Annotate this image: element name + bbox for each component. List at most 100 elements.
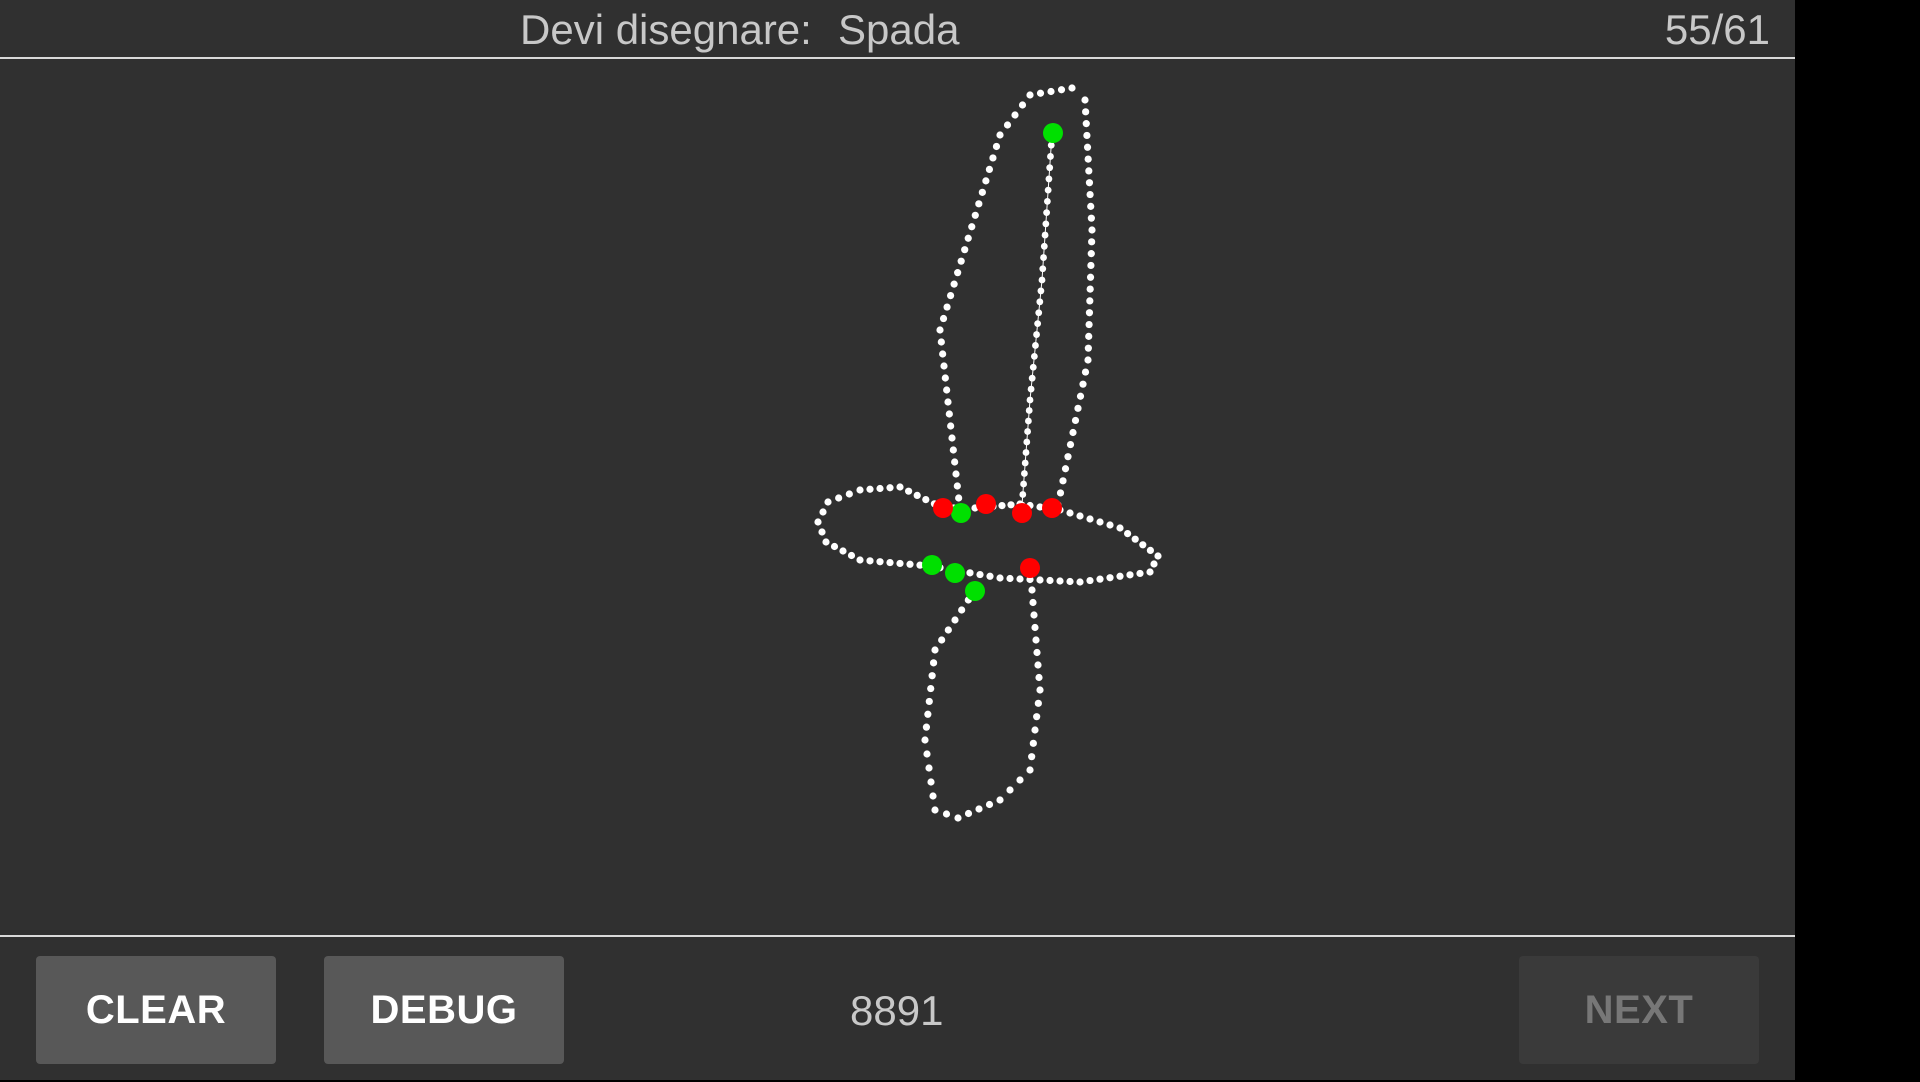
stroke-dot: [1032, 342, 1039, 349]
drawing-layer[interactable]: [0, 59, 1795, 935]
stroke-dot: [856, 556, 864, 564]
stroke-dot: [1024, 428, 1031, 435]
stroke-dot: [975, 200, 983, 208]
stroke-end-marker: [1042, 498, 1062, 518]
stroke-dot: [824, 498, 832, 506]
stroke-dot: [952, 470, 960, 478]
stroke-dot: [1081, 368, 1090, 376]
sketch-stroke: [1018, 130, 1056, 509]
stroke-dot: [1027, 385, 1035, 393]
stroke-dot: [1030, 611, 1038, 619]
stroke-dot: [1034, 320, 1042, 328]
stroke-dot: [976, 570, 984, 579]
stroke-dot: [1036, 89, 1045, 97]
stroke-dot: [1028, 586, 1036, 594]
stroke-dot: [1086, 190, 1094, 199]
debug-button[interactable]: DEBUG: [324, 956, 564, 1064]
stroke-dot: [1044, 186, 1052, 194]
stroke-dot: [847, 551, 856, 560]
stroke-dot: [1033, 713, 1041, 721]
stroke-dot: [1035, 309, 1043, 317]
stroke-dot: [925, 764, 933, 772]
stroke-dot: [1087, 202, 1095, 210]
stroke-dot: [1046, 576, 1054, 585]
stroke-dot: [1086, 515, 1094, 523]
stroke-dot: [1087, 261, 1095, 270]
clear-button[interactable]: CLEAR: [36, 956, 276, 1064]
next-button[interactable]: NEXT: [1519, 956, 1759, 1064]
stroke-dot: [1047, 87, 1055, 96]
stroke-dot: [1031, 623, 1039, 632]
stroke-dot: [982, 177, 990, 185]
stroke-dot: [1074, 404, 1082, 412]
stroke-dot: [968, 223, 976, 231]
stroke-dot: [1028, 374, 1036, 382]
stroke-dot: [1085, 332, 1093, 340]
stroke-dot: [1036, 298, 1044, 306]
stroke-dot: [1043, 197, 1051, 205]
stroke-dot: [905, 487, 913, 495]
stroke-dot: [876, 484, 884, 493]
score-value: 8891: [850, 987, 944, 1034]
stroke-dot: [964, 234, 972, 242]
stroke-dot: [1085, 320, 1093, 329]
sketch-stroke: [921, 586, 1044, 822]
stroke-dot: [986, 572, 994, 580]
stroke-dot: [845, 490, 853, 498]
stroke-dot: [958, 606, 966, 614]
stroke-end-marker: [1012, 503, 1032, 523]
stroke-dot: [971, 211, 979, 219]
stroke-dot: [996, 796, 1004, 804]
stroke-dot: [1076, 392, 1085, 400]
stroke-dot: [1150, 560, 1158, 568]
sketch-stroke: [936, 84, 1096, 514]
stroke-dot: [948, 434, 956, 442]
stroke-dot: [927, 684, 935, 693]
stroke-start-marker: [965, 581, 985, 601]
prompt-word: Spada: [838, 6, 960, 53]
stroke-dot: [1033, 331, 1040, 338]
stroke-dot: [1087, 250, 1095, 258]
stroke-dot: [927, 778, 935, 786]
stroke-dot: [1085, 179, 1094, 187]
stroke-dot: [996, 574, 1004, 582]
stroke-dot: [1106, 521, 1114, 529]
stroke-dot: [1126, 571, 1134, 579]
stroke-dot: [818, 528, 826, 536]
stroke-dot: [1016, 776, 1024, 784]
stroke-dot: [922, 496, 930, 504]
stroke-dot: [964, 809, 973, 818]
stroke-dot: [1029, 739, 1037, 747]
stroke-dot: [1084, 344, 1092, 352]
stroke-dot: [1081, 96, 1089, 104]
stroke-dot: [1026, 91, 1034, 99]
drawing-canvas[interactable]: [0, 59, 1795, 935]
stroke-dot: [1025, 407, 1033, 414]
stroke-dot: [866, 557, 874, 565]
stroke-dot: [1020, 480, 1027, 488]
stroke-dot: [896, 559, 904, 568]
stroke-dot: [943, 303, 951, 311]
stroke-dot: [940, 362, 948, 370]
stroke-dot: [1124, 530, 1132, 538]
stroke-dot: [925, 697, 933, 706]
stroke-dot: [1038, 276, 1046, 284]
stroke-dot: [941, 374, 949, 382]
stroke-dot: [886, 558, 894, 567]
stroke-dot: [1056, 577, 1064, 585]
stroke-dot: [1006, 574, 1014, 583]
stroke-dot: [1086, 297, 1094, 305]
stroke-dot: [1023, 438, 1031, 446]
stroke-dot: [1066, 509, 1074, 517]
stroke-dot: [1007, 501, 1015, 509]
stroke-dot: [937, 338, 945, 346]
stroke-dot: [1021, 459, 1029, 467]
stroke-dot: [906, 560, 914, 568]
stroke-dot: [1047, 153, 1054, 160]
stroke-dot: [931, 806, 939, 814]
footer-bar: CLEAR DEBUG 8891 NEXT: [0, 935, 1795, 1082]
stroke-dot: [943, 386, 951, 394]
stroke-dot: [1116, 524, 1124, 532]
stroke-dot: [1087, 214, 1095, 222]
stroke-dot: [996, 131, 1004, 139]
